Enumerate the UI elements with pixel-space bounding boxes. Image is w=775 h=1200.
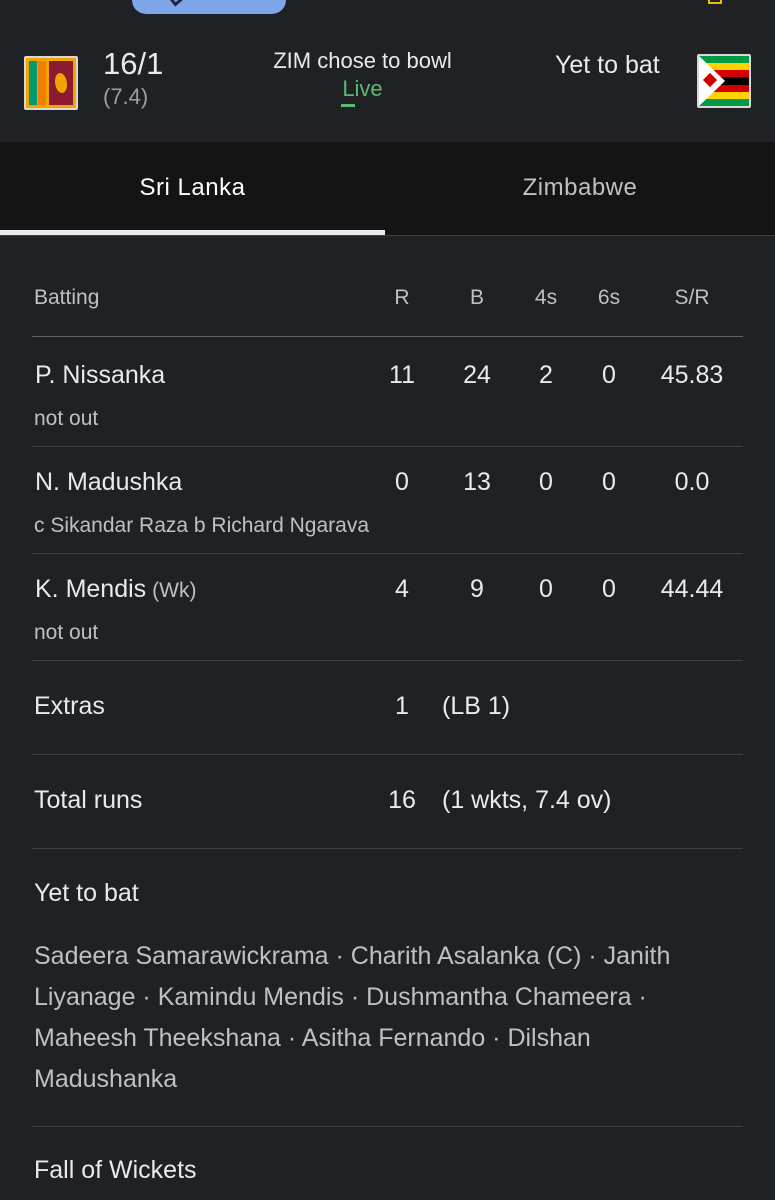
- balls: 9: [470, 575, 484, 603]
- wicketkeeper-tag: (Wk): [152, 579, 197, 602]
- batter-row[interactable]: K. Mendis (Wk) not out 4 9 0 0 44.44: [32, 553, 743, 661]
- yet-to-bat-title: Yet to bat: [34, 879, 139, 907]
- batter-row[interactable]: P. Nissanka not out 11 24 2 0 45.83: [32, 339, 743, 447]
- total-row: Total runs 16 (1 wkts, 7.4 ov): [32, 754, 743, 849]
- yet-to-bat-list: Sadeera Samarawickrama · Charith Asalank…: [34, 942, 671, 1093]
- column-strike-rate: S/R: [674, 286, 710, 309]
- batter-row[interactable]: N. Madushka c Sikandar Raza b Richard Ng…: [32, 446, 743, 554]
- match-header[interactable]: 16/1 (7.4) ZIM chose to bowl Live Yet to…: [0, 18, 775, 142]
- extras-detail: (LB 1): [442, 692, 511, 720]
- sixes: 0: [602, 361, 616, 389]
- status-bar: [0, 0, 775, 18]
- scorecard: Batting R B 4s 6s S/R P. Nissanka not ou…: [0, 236, 775, 1200]
- battery-icon: [708, 0, 722, 4]
- total-label: Total runs: [34, 786, 143, 814]
- strike-rate: 45.83: [660, 361, 724, 389]
- dismissal: c Sikandar Raza b Richard Ngarava: [34, 514, 369, 537]
- section-divider: [32, 1126, 743, 1127]
- runs: 4: [395, 575, 409, 603]
- extras-value: 1: [395, 692, 409, 720]
- column-balls: B: [469, 286, 484, 309]
- strike-rate: 0.0: [674, 468, 710, 496]
- fours: 2: [539, 361, 553, 389]
- call-pill[interactable]: [132, 0, 286, 14]
- column-fours: 4s: [534, 286, 558, 309]
- strike-rate: 44.44: [660, 575, 724, 603]
- team-tabs: Sri Lanka Zimbabwe: [0, 142, 775, 236]
- runs: 11: [389, 361, 415, 389]
- extras-row: Extras 1 (LB 1): [32, 660, 743, 755]
- zimbabwe-flag-icon: [697, 54, 751, 108]
- phone-icon: [167, 0, 185, 7]
- fall-of-wickets-title[interactable]: Fall of Wickets: [34, 1156, 197, 1185]
- dismissal: not out: [34, 407, 99, 430]
- column-batting: Batting: [34, 286, 100, 309]
- balls: 13: [463, 468, 491, 496]
- balls: 24: [463, 361, 491, 389]
- sixes: 0: [602, 468, 616, 496]
- runs: 0: [395, 468, 409, 496]
- dismissal: not out: [34, 621, 99, 644]
- tab-zimbabwe[interactable]: Zimbabwe: [385, 142, 775, 236]
- fours: 0: [539, 575, 553, 603]
- column-runs: R: [394, 286, 410, 309]
- batter-name: P. Nissanka: [35, 361, 166, 389]
- column-sixes: 6s: [597, 286, 621, 309]
- batter-name: K. Mendis (Wk): [35, 575, 197, 603]
- total-detail: (1 wkts, 7.4 ov): [442, 786, 612, 814]
- live-underline: [341, 104, 355, 107]
- other-team-status: Yet to bat: [555, 51, 660, 79]
- total-value: 16: [388, 786, 416, 814]
- fours: 0: [539, 468, 553, 496]
- batting-header-row: Batting R B 4s 6s S/R: [32, 286, 743, 337]
- sixes: 0: [602, 575, 616, 603]
- extras-label: Extras: [34, 692, 105, 720]
- batter-name: N. Madushka: [35, 468, 183, 496]
- tab-sri-lanka[interactable]: Sri Lanka: [0, 142, 385, 236]
